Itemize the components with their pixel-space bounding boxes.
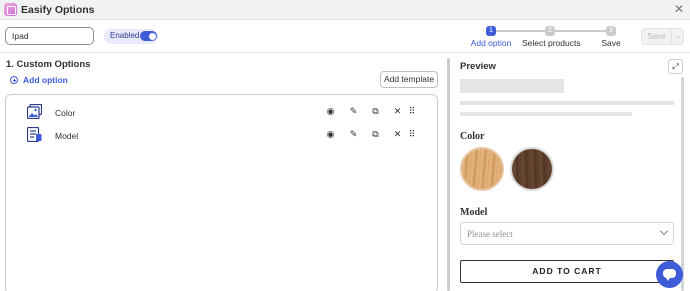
pencil-icon[interactable]: ✎ xyxy=(348,128,359,141)
preview-title: Preview xyxy=(460,61,496,72)
model-select[interactable]: Please select xyxy=(460,222,674,245)
chevron-down-icon xyxy=(659,226,669,236)
product-text-placeholder xyxy=(460,112,632,116)
close-icon[interactable]: ✕ xyxy=(674,2,684,16)
step-label: Select products xyxy=(522,38,581,48)
product-title-placeholder xyxy=(460,79,564,93)
option-name: Color xyxy=(55,108,76,118)
enabled-label: Enabled xyxy=(110,31,140,40)
delete-icon[interactable]: ✕ xyxy=(392,128,403,141)
product-text-placeholder xyxy=(460,101,674,105)
toggle-knob xyxy=(148,32,156,40)
option-set-name-input[interactable] xyxy=(5,27,94,45)
option-name: Model xyxy=(55,131,79,141)
option-row-model[interactable]: Model ◉ ✎ ⧉ ✕ ⠿ xyxy=(6,126,437,146)
enabled-toggle[interactable] xyxy=(140,31,157,41)
app-title: Easify Options xyxy=(21,4,95,16)
model-label: Model xyxy=(460,207,488,218)
title-bar: Easify Options ✕ xyxy=(0,0,690,20)
preview-scrollbar[interactable] xyxy=(681,77,684,291)
app-logo-icon xyxy=(4,3,17,16)
delete-icon[interactable]: ✕ xyxy=(392,105,403,118)
save-button-group: Save ⌄ xyxy=(641,28,684,45)
swatch-light-oak[interactable] xyxy=(460,147,504,191)
add-option-button[interactable]: Add option xyxy=(10,75,68,85)
add-to-cart-button[interactable]: ADD TO CART xyxy=(460,260,674,283)
step-number: 3 xyxy=(606,26,616,36)
option-row-color[interactable]: Color ◉ ✎ ⧉ ✕ ⠿ xyxy=(6,103,437,123)
enabled-status: Enabled xyxy=(104,29,158,44)
step-number: 2 xyxy=(545,26,555,36)
chevron-down-icon[interactable]: ⌄ xyxy=(671,29,684,44)
add-option-label: Add option xyxy=(23,75,68,85)
dropdown-form-icon xyxy=(26,126,42,143)
section-title: 1. Custom Options xyxy=(6,59,91,70)
options-list: Color ◉ ✎ ⧉ ✕ ⠿ Model ◉ ✎ ⧉ ✕ ⠿ xyxy=(5,94,438,291)
eye-icon[interactable]: ◉ xyxy=(325,105,336,118)
model-placeholder: Please select xyxy=(467,229,513,239)
chat-icon[interactable] xyxy=(656,261,683,288)
duplicate-icon[interactable]: ⧉ xyxy=(370,105,381,118)
step-save[interactable]: 3 Save xyxy=(598,26,624,48)
step-add-option[interactable]: 1 Add option xyxy=(470,26,512,48)
drag-handle-icon[interactable]: ⠿ xyxy=(406,105,417,118)
step-label: Save xyxy=(601,38,621,48)
save-button[interactable]: Save xyxy=(642,29,671,44)
add-template-button[interactable]: Add template xyxy=(380,71,438,88)
drag-handle-icon[interactable]: ⠿ xyxy=(406,128,417,141)
plus-circle-icon xyxy=(10,76,18,84)
color-label: Color xyxy=(460,131,485,142)
eye-icon[interactable]: ◉ xyxy=(325,128,336,141)
step-label: Add option xyxy=(470,38,512,48)
step-select-products[interactable]: 2 Select products xyxy=(522,26,581,48)
pencil-icon[interactable]: ✎ xyxy=(348,105,359,118)
stepper: 1 Add option 2 Select products 3 Save xyxy=(470,26,640,48)
image-swatch-icon xyxy=(26,103,43,120)
expand-icon[interactable]: ⤢ xyxy=(668,59,683,74)
scrollbar[interactable] xyxy=(447,58,450,291)
duplicate-icon[interactable]: ⧉ xyxy=(370,128,381,141)
step-number: 1 xyxy=(486,26,496,36)
swatch-dark-walnut[interactable] xyxy=(510,147,554,191)
preview-panel: Preview ⤢ Color Model Please select ADD … xyxy=(453,53,690,291)
